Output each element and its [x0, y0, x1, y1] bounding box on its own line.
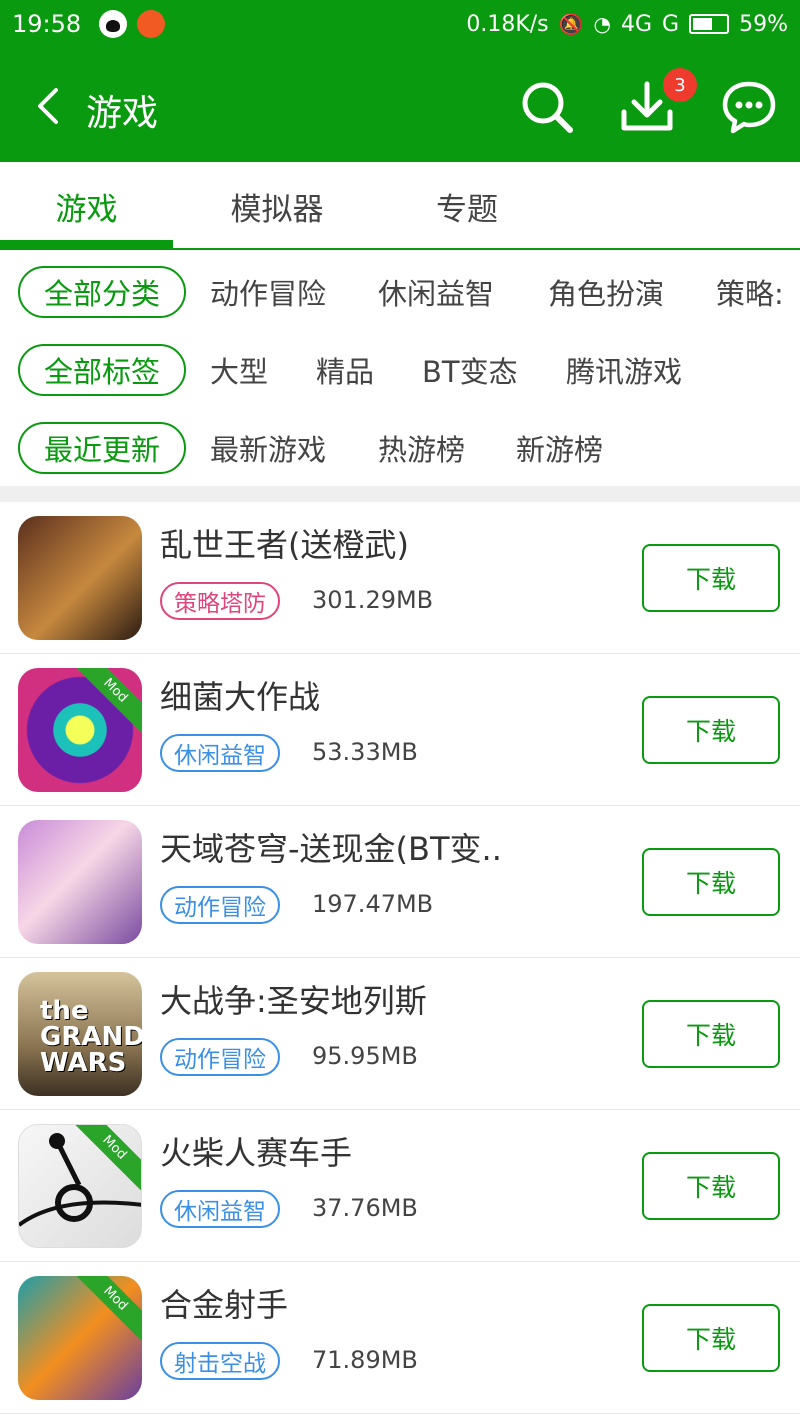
download-button[interactable]: 下载 [642, 696, 780, 764]
app-icon[interactable]: Mod [18, 1124, 142, 1248]
search-icon[interactable] [518, 78, 576, 136]
mute-bell-icon: 🔕 [558, 12, 584, 36]
tab-topics[interactable]: 专题 [372, 162, 562, 250]
page-title: 游戏 [86, 93, 159, 134]
app-size: 37.76MB [312, 1194, 418, 1222]
tab-indicator [0, 240, 173, 248]
net-speed: 0.18K/s [466, 11, 549, 37]
category-all-pill[interactable]: 全部分类 [18, 266, 186, 318]
sort-recent-pill[interactable]: 最近更新 [18, 422, 186, 474]
download-button[interactable]: 下载 [642, 1152, 780, 1220]
status-right: 0.18K/s 🔕 ◔ 4G G 59% [466, 12, 788, 37]
app-name[interactable]: 大战争:圣安地列斯 [160, 976, 427, 1022]
tag-filter-row: 全部标签 大型 精品 BT变态 腾讯游戏 [0, 340, 800, 400]
battery-level [693, 18, 713, 30]
app-category-tag: 策略塔防 [160, 582, 280, 620]
tag-option[interactable]: 腾讯游戏 [566, 349, 682, 391]
app-icon[interactable]: Mod [18, 1276, 142, 1400]
app-size: 53.33MB [312, 738, 418, 766]
app-header: 游戏 3 [0, 48, 800, 162]
download-button[interactable]: 下载 [642, 1304, 780, 1372]
app-category-tag: 休闲益智 [160, 734, 280, 772]
tag-option[interactable]: BT变态 [422, 349, 518, 391]
tab-emulator[interactable]: 模拟器 [182, 162, 372, 250]
app-icon[interactable]: the GRAND WARS [18, 972, 142, 1096]
download-button[interactable]: 下载 [642, 848, 780, 916]
list-item[interactable]: Mod 火柴人赛车手 休闲益智 37.76MB 下载 [0, 1110, 800, 1262]
download-button[interactable]: 下载 [642, 544, 780, 612]
section-divider [0, 486, 800, 502]
download-count-badge: 3 [663, 68, 697, 102]
app-notification-icon [137, 10, 166, 38]
app-name[interactable]: 乱世王者(送橙武) [160, 520, 409, 566]
category-option[interactable]: 休闲益智 [378, 271, 494, 313]
tab-games[interactable]: 游戏 [0, 162, 173, 250]
app-name[interactable]: 合金射手 [160, 1280, 288, 1326]
app-category-tag: 动作冒险 [160, 886, 280, 924]
category-option[interactable]: 角色扮演 [548, 271, 664, 313]
tab-bar: 游戏 模拟器 专题 [0, 162, 800, 250]
category-filter-row: 全部分类 动作冒险 休闲益智 角色扮演 策略: [0, 262, 800, 322]
battery-percent: 59% [739, 11, 788, 37]
list-item[interactable]: 天域苍穹-送现金(BT变.. 动作冒险 197.47MB 下载 [0, 806, 800, 958]
qq-icon [99, 10, 128, 38]
message-icon[interactable] [720, 78, 778, 136]
list-item[interactable]: 乱世王者(送橙武) 策略塔防 301.29MB 下载 [0, 502, 800, 654]
sort-option[interactable]: 新游榜 [516, 427, 603, 469]
category-option[interactable]: 动作冒险 [210, 271, 326, 313]
tag-option[interactable]: 精品 [316, 349, 374, 391]
wifi-icon: ◔ [593, 12, 611, 36]
app-name[interactable]: 细菌大作战 [160, 672, 320, 718]
filter-panel: 全部分类 动作冒险 休闲益智 角色扮演 策略: 全部标签 大型 精品 BT变态 … [0, 250, 800, 486]
status-time: 19:58 [12, 10, 82, 38]
app-name[interactable]: 火柴人赛车手 [160, 1128, 352, 1174]
mod-ribbon: Mod [68, 668, 142, 738]
network-type-2: G [662, 11, 680, 37]
app-icon-logo-text: the GRAND WARS [40, 996, 142, 1078]
sort-option[interactable]: 热游榜 [378, 427, 465, 469]
mod-ribbon: Mod [68, 1276, 142, 1346]
app-size: 197.47MB [312, 890, 434, 918]
app-icon[interactable]: Mod [18, 668, 142, 792]
tag-option[interactable]: 大型 [210, 349, 268, 391]
tag-all-pill[interactable]: 全部标签 [18, 344, 186, 396]
network-type: 4G [620, 11, 653, 37]
app-category-tag: 休闲益智 [160, 1190, 280, 1228]
app-size: 95.95MB [312, 1042, 418, 1070]
app-name[interactable]: 天域苍穹-送现金(BT变.. [160, 824, 502, 870]
list-item[interactable]: Mod 细菌大作战 休闲益智 53.33MB 下载 [0, 654, 800, 806]
app-category-tag: 动作冒险 [160, 1038, 280, 1076]
top-bar: 19:58 0.18K/s 🔕 ◔ 4G G 59% 游戏 3 [0, 0, 800, 162]
app-size: 71.89MB [312, 1346, 418, 1374]
app-size: 301.29MB [312, 586, 434, 614]
app-icon[interactable] [18, 820, 142, 944]
back-arrow-icon[interactable] [30, 84, 70, 128]
sort-filter-row: 最近更新 最新游戏 热游榜 新游榜 [0, 418, 800, 478]
list-item[interactable]: Mod 合金射手 射击空战 71.89MB 下载 [0, 1262, 800, 1414]
sort-option[interactable]: 最新游戏 [210, 427, 326, 469]
battery-icon [689, 14, 730, 34]
download-button[interactable]: 下载 [642, 1000, 780, 1068]
app-icon[interactable] [18, 516, 142, 640]
category-option[interactable]: 策略: [716, 271, 784, 313]
list-item[interactable]: the GRAND WARS 大战争:圣安地列斯 动作冒险 95.95MB 下载 [0, 958, 800, 1110]
status-bar: 19:58 0.18K/s 🔕 ◔ 4G G 59% [0, 0, 800, 48]
app-category-tag: 射击空战 [160, 1342, 280, 1380]
